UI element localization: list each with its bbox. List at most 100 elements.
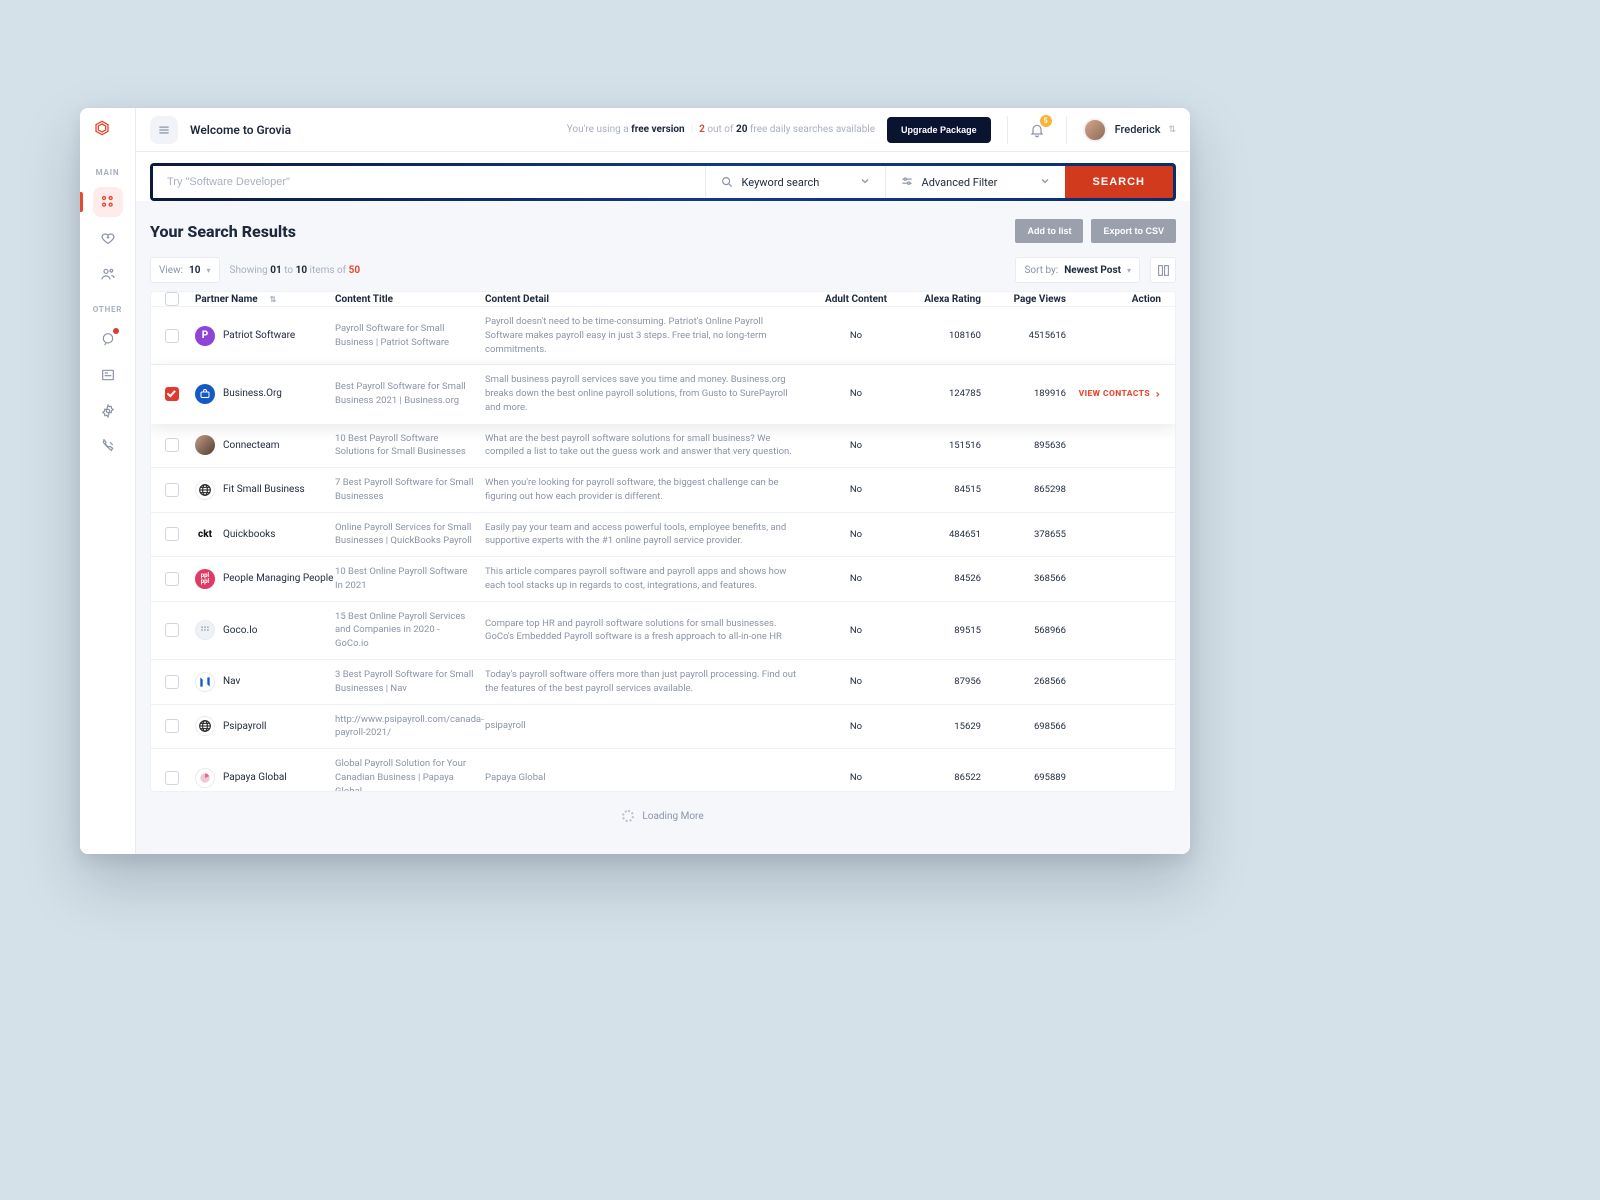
search-button[interactable]: SEARCH	[1065, 166, 1173, 198]
row-checkbox[interactable]	[165, 623, 179, 637]
partner-logo: pplppl	[195, 569, 215, 589]
keyword-search-dropdown[interactable]: Keyword search	[705, 166, 885, 198]
plan-info: You're using a free version | 2 out of 2…	[567, 124, 875, 135]
alexa-rating: 87956	[901, 676, 981, 687]
row-checkbox[interactable]	[165, 771, 179, 785]
column-adult[interactable]: Adult Content	[811, 294, 901, 305]
sidebar-item-settings[interactable]	[93, 396, 123, 426]
upgrade-button[interactable]: Upgrade Package	[887, 117, 991, 143]
adult-content: No	[811, 529, 901, 540]
table-row[interactable]: Fit Small Business7 Best Payroll Softwar…	[151, 468, 1175, 513]
results-title: Your Search Results	[150, 222, 296, 241]
table-row[interactable]: Connecteam 10 Best Payroll Software Solut…	[151, 424, 1175, 469]
content-title: 10 Best Online Payroll Software In 2021	[335, 565, 485, 593]
adult-content: No	[811, 625, 901, 636]
view-contacts-link[interactable]: VIEW CONTACTS	[1079, 389, 1161, 399]
sort-select[interactable]: Sort by: Newest Post ▾	[1015, 257, 1140, 283]
partner-name: Connecteam	[223, 440, 280, 451]
topbar: Welcome to Grovia You're using a free ve…	[136, 108, 1190, 152]
notification-dot-icon	[113, 328, 119, 334]
table-row[interactable]: Papaya GlobalGlobal Payroll Solution for…	[151, 749, 1175, 792]
filter-icon	[900, 175, 914, 189]
page-views: 368566	[981, 573, 1066, 584]
column-action: Action	[1066, 294, 1161, 305]
page-views: 4515616	[981, 330, 1066, 341]
results-area: Your Search Results Add to list Export t…	[136, 201, 1190, 854]
sidebar-item-dashboard[interactable]	[93, 187, 123, 217]
table-row[interactable]: Psipayrollhttp://www.psipayroll.com/cana…	[151, 705, 1175, 750]
content-title: 10 Best Payroll Software Solutions for S…	[335, 432, 485, 460]
notifications-button[interactable]: 5	[1024, 117, 1050, 143]
content-detail: Today's payroll software offers more tha…	[485, 668, 811, 696]
add-to-list-button[interactable]: Add to list	[1015, 219, 1083, 243]
alexa-rating: 86522	[901, 772, 981, 783]
showing-label: Showing 01 to 10 items of 50	[230, 265, 361, 276]
sidebar-item-contacts[interactable]	[93, 259, 123, 289]
view-count-select[interactable]: View: 10 ▾	[150, 257, 220, 283]
content-detail: Compare top HR and payroll software solu…	[485, 617, 811, 645]
user-menu[interactable]: Frederick ⇅	[1083, 118, 1176, 142]
search-input[interactable]	[153, 166, 705, 198]
table-row[interactable]: PPatriot SoftwarePayroll Software for Sm…	[151, 307, 1175, 365]
row-checkbox[interactable]	[165, 675, 179, 689]
sidebar-item-support[interactable]	[93, 432, 123, 462]
row-checkbox[interactable]	[165, 527, 179, 541]
partner-logo	[195, 672, 215, 692]
page-views: 895636	[981, 440, 1066, 451]
partner-logo: P	[195, 326, 215, 346]
sidebar-section-other: OTHER	[93, 305, 123, 314]
row-checkbox[interactable]	[165, 387, 179, 401]
adult-content: No	[811, 721, 901, 732]
menu-toggle-button[interactable]	[150, 116, 178, 144]
export-csv-button[interactable]: Export to CSV	[1091, 219, 1176, 243]
page-views: 695889	[981, 772, 1066, 783]
adult-content: No	[811, 484, 901, 495]
partner-name: Goco.Io	[223, 625, 258, 636]
content-detail: Easily pay your team and access powerful…	[485, 521, 811, 549]
table-row[interactable]: cktQuickbooksOnline Payroll Services for…	[151, 513, 1175, 558]
partner-logo: ckt	[195, 524, 215, 544]
notification-badge: 5	[1040, 115, 1052, 127]
column-title[interactable]: Content Title	[335, 294, 485, 305]
table-row[interactable]: Goco.Io 15 Best Online Payroll Services a…	[151, 602, 1175, 660]
sidebar-item-favorites[interactable]	[93, 223, 123, 253]
alexa-rating: 151516	[901, 440, 981, 451]
layout-toggle-button[interactable]	[1150, 257, 1176, 283]
row-checkbox[interactable]	[165, 438, 179, 452]
partner-name: People Managing People	[223, 573, 333, 584]
row-checkbox[interactable]	[165, 719, 179, 733]
alexa-rating: 84526	[901, 573, 981, 584]
adult-content: No	[811, 573, 901, 584]
row-checkbox[interactable]	[165, 572, 179, 586]
row-checkbox[interactable]	[165, 483, 179, 497]
page-views: 865298	[981, 484, 1066, 495]
table-row[interactable]: pplppl People Managing People10 Best Onli…	[151, 557, 1175, 602]
content-detail: Papaya Global	[485, 771, 811, 785]
sidebar-section-main: MAIN	[96, 168, 120, 177]
content-detail: Small business payroll services save you…	[485, 373, 811, 414]
row-checkbox[interactable]	[165, 329, 179, 343]
content-detail: This article compares payroll software a…	[485, 565, 811, 593]
column-partner[interactable]: Partner Name⇅	[195, 294, 335, 305]
select-all-checkbox[interactable]	[165, 292, 179, 306]
search-band: Keyword search Advanced Filter	[150, 163, 1176, 201]
content-detail: psipayroll	[485, 719, 811, 733]
alexa-rating: 124785	[901, 388, 981, 399]
loading-more: Loading More	[150, 792, 1176, 840]
column-views[interactable]: Page Views	[981, 294, 1066, 305]
column-detail[interactable]: Content Detail	[485, 294, 811, 305]
table-row[interactable]: Nav3 Best Payroll Software for Small Bus…	[151, 660, 1175, 705]
table-row[interactable]: Business.OrgBest Payroll Software for Sm…	[151, 365, 1175, 423]
content-title: 15 Best Online Payroll Services and Comp…	[335, 610, 485, 651]
adult-content: No	[811, 772, 901, 783]
chevron-updown-icon: ⇅	[1168, 125, 1176, 135]
column-alexa[interactable]: Alexa Rating	[901, 294, 981, 305]
sidebar-rail: MAIN OTHER	[80, 108, 136, 854]
page-title: Welcome to Grovia	[190, 123, 291, 137]
app-window: MAIN OTHER	[80, 108, 1190, 854]
advanced-filter-dropdown[interactable]: Advanced Filter	[885, 166, 1065, 198]
adult-content: No	[811, 330, 901, 341]
search-icon	[720, 175, 734, 189]
sidebar-item-messages[interactable]	[93, 324, 123, 354]
sidebar-item-news[interactable]	[93, 360, 123, 390]
